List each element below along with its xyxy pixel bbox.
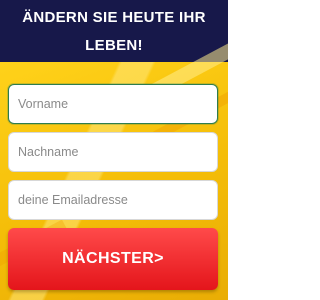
signup-card: ÄNDERN SIE HEUTE IHR LEBEN! Vorname Nach… [0, 0, 228, 300]
headline-banner: ÄNDERN SIE HEUTE IHR LEBEN! [0, 0, 228, 62]
first-name-field[interactable]: Vorname [8, 84, 218, 124]
last-name-field[interactable]: Nachname [8, 132, 218, 172]
next-button[interactable]: NÄCHSTER> [8, 228, 218, 290]
first-name-placeholder: Vorname [18, 97, 69, 111]
email-placeholder: deine Emailadresse [18, 193, 128, 207]
email-field[interactable]: deine Emailadresse [8, 180, 218, 220]
headline-line-1: ÄNDERN SIE HEUTE IHR [22, 9, 206, 26]
last-name-placeholder: Nachname [18, 145, 79, 159]
headline-line-2: LEBEN! [85, 37, 143, 54]
